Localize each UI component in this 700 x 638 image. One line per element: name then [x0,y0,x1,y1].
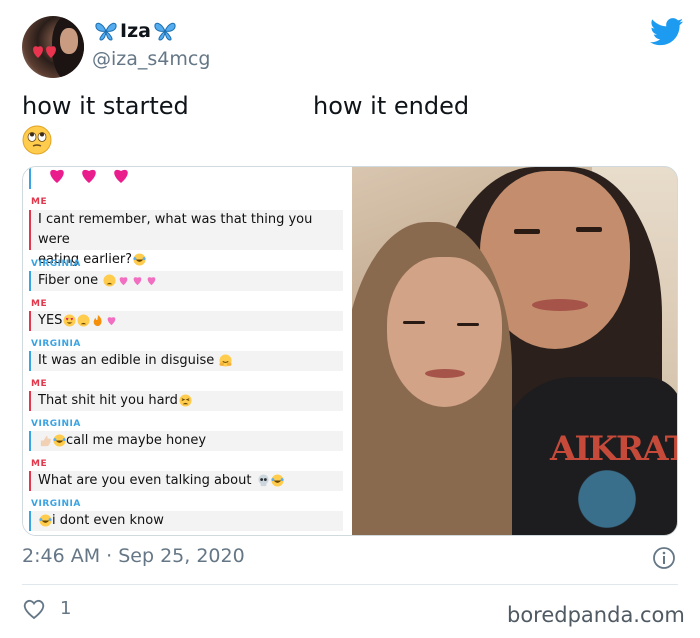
eye [576,227,602,232]
pink-hearts-icon [50,169,128,183]
sender-stripe [29,471,31,491]
sender-label: ME [31,379,48,389]
message-text: That shit hit you hard [38,393,178,408]
heart-emoji-icon [133,277,142,286]
sender-label: VIRGINIA [31,499,81,509]
heart-eyes-emoji-icon [63,314,76,327]
weary-emoji-icon [77,314,90,327]
butterfly-icon [154,22,176,41]
heart-emoji-icon [108,317,116,326]
hugging-emoji-icon [219,354,232,367]
weary-emoji-icon [103,274,116,287]
avatar-face [60,28,78,54]
message-text: i dont even know [52,513,164,528]
avatar[interactable] [22,16,84,78]
heart-glasses-icon [33,46,56,58]
display-name: Iza [120,20,151,42]
message-text: call me maybe honey [66,433,207,448]
eye [514,229,540,234]
sender-label: ME [31,299,48,309]
heart-emoji-icon [119,277,128,286]
tired-emoji-icon [179,394,192,407]
message-bubble: What are you even talking about [29,471,343,491]
info-icon[interactable] [652,546,676,570]
sender-label: VIRGINIA [31,419,81,429]
sender-stripe [29,511,31,531]
tweet-timestamp[interactable]: 2:46 AM · Sep 25, 2020 [22,545,245,567]
sender-stripe [29,391,31,411]
sender-stripe [29,431,31,451]
message-text-line: I cant remember, what was that thing you… [38,212,313,247]
divider [22,584,678,585]
message-text: It was an edible in disguise [38,353,215,368]
laughing-crying-emoji-icon [270,474,284,487]
laughing-crying-emoji-icon [39,514,52,527]
closed-eye [457,323,479,326]
message-text-line-2: eating earlier? [38,250,343,270]
sender-label: VIRGINIA [31,259,81,269]
sender-label: ME [31,197,48,207]
sender-label: ME [31,459,48,469]
shirt-text: AIKRAT [550,429,678,469]
watermark: boredpanda.com [507,603,685,627]
laughing-crying-emoji-icon [53,434,66,447]
message-bubble: That shit hit you hard [29,391,343,411]
like-count: 1 [60,598,72,619]
lips [532,299,588,311]
sender-label: VIRGINIA [31,339,81,349]
butterfly-icon [95,22,117,41]
message-text: Fiber one [38,273,99,288]
message-text: What are you even talking about [38,473,252,488]
tweet-text-left: how it started [22,92,189,120]
rolling-eyes-emoji-icon [22,125,52,155]
message-bubble: I cant remember, what was that thing you… [29,210,343,267]
sender-stripe [29,210,31,250]
message-bubble: It was an edible in disguise [29,351,343,371]
tweet-media[interactable]: ME I cant remember, what was that thing … [22,166,678,536]
message-bubble: call me maybe honey [29,431,343,451]
sender-stripe [29,311,31,331]
fire-emoji-icon [94,314,102,327]
thumbs-up-emoji-icon [40,435,51,447]
tweet-text-right: how it ended [313,92,470,120]
twitter-bird-icon[interactable] [650,18,684,46]
selfie-photo: AIKRAT [352,167,678,535]
heart-emoji-icon [147,277,156,286]
face-left-person [387,257,502,407]
sender-stripe [29,271,31,291]
message-bubble: i dont even know [29,511,343,531]
laughing-crying-emoji-icon [133,253,146,266]
user-handle[interactable]: @iza_s4mcg [92,48,210,70]
closed-eye [403,321,425,324]
chat-screenshot: ME I cant remember, what was that thing … [23,167,349,535]
sender-stripe [29,351,31,371]
display-name-row[interactable]: Iza [94,20,177,42]
message-bubble: YES [29,311,343,331]
skull-emoji-icon [258,474,269,487]
message-bubble: Fiber one [29,271,343,291]
lips [425,369,465,378]
tweet-header: Iza @iza_s4mcg [22,14,684,80]
like-heart-icon[interactable] [22,598,46,620]
message-text: YES [38,313,63,328]
